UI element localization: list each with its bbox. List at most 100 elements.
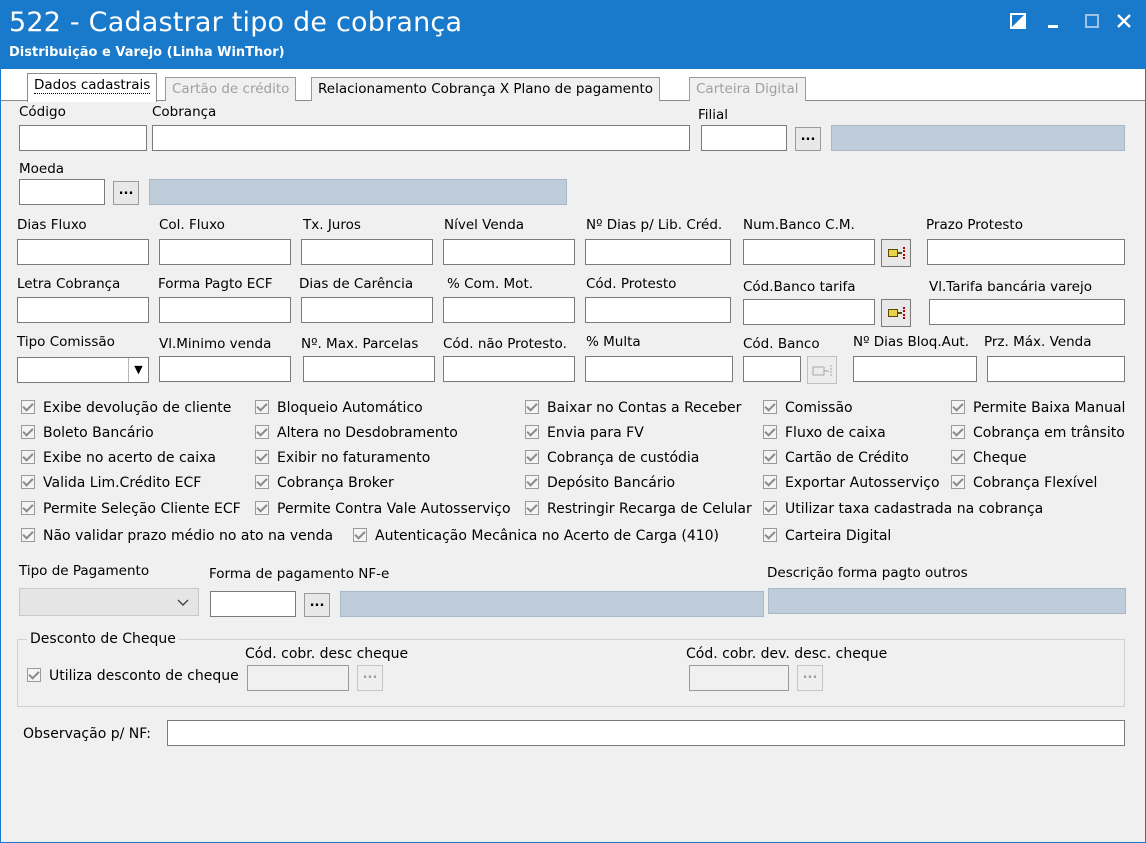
prz-max-venda-label: Prz. Máx. Venda bbox=[984, 334, 1092, 350]
prz-max-venda-input[interactable] bbox=[987, 356, 1125, 382]
max-parcelas-label: Nº. Max. Parcelas bbox=[301, 336, 419, 352]
checkbox-deposito-bancario[interactable]: Depósito Bancário bbox=[525, 475, 675, 491]
filial-input[interactable] bbox=[701, 125, 787, 151]
filial-label: Filial bbox=[698, 107, 729, 123]
cobranca-input[interactable] bbox=[152, 125, 690, 151]
dias-fluxo-label: Dias Fluxo bbox=[17, 217, 87, 233]
tab-carteira-digital[interactable]: Carteira Digital bbox=[689, 77, 806, 101]
checkbox-permite-baixa-manual[interactable]: Permite Baixa Manual bbox=[951, 400, 1125, 416]
checkbox-permite-selecao-cliente[interactable]: Permite Seleção Cliente ECF bbox=[21, 501, 241, 517]
cod-cobr-dev-desc-input[interactable] bbox=[689, 665, 789, 691]
pointing-hand-icon bbox=[888, 307, 906, 319]
cod-protesto-input[interactable] bbox=[585, 297, 731, 323]
checkbox-cobranca-broker[interactable]: Cobrança Broker bbox=[255, 475, 394, 491]
checkbox-utilizar-taxa[interactable]: Utilizar taxa cadastrada na cobrança bbox=[763, 501, 1043, 517]
tab-dados-cadastrais[interactable]: Dados cadastrais bbox=[27, 73, 158, 102]
checkbox-carteira-digital[interactable]: Carteira Digital bbox=[763, 528, 891, 544]
cod-banco-input[interactable] bbox=[743, 356, 801, 382]
cod-cobr-dev-desc-search-button[interactable]: ... bbox=[797, 665, 823, 691]
descricao-forma-pagto-field bbox=[768, 588, 1126, 614]
checkbox-comissao[interactable]: Comissão bbox=[763, 400, 853, 416]
checkbox-cobranca-transito[interactable]: Cobrança em trânsito bbox=[951, 425, 1125, 441]
cod-banco-lookup-button[interactable] bbox=[807, 356, 837, 384]
num-banco-cm-lookup-button[interactable] bbox=[881, 239, 911, 267]
desconto-cheque-title: Desconto de Cheque bbox=[27, 631, 179, 647]
tab-relacionamento-cobranca[interactable]: Relacionamento Cobrança X Plano de pagam… bbox=[311, 77, 661, 101]
moeda-label: Moeda bbox=[19, 161, 65, 177]
maximize-icon[interactable] bbox=[1079, 9, 1105, 33]
checkbox-exibe-acerto-caixa[interactable]: Exibe no acerto de caixa bbox=[21, 450, 216, 466]
checkbox-valida-lim-credito[interactable]: Valida Lim.Crédito ECF bbox=[21, 475, 201, 491]
dias-fluxo-input[interactable] bbox=[17, 239, 149, 265]
cod-cobr-desc-search-button[interactable]: ... bbox=[357, 665, 383, 691]
checkbox-envia-fv[interactable]: Envia para FV bbox=[525, 425, 644, 441]
cod-cobr-desc-input[interactable] bbox=[247, 665, 349, 691]
dias-lib-cred-input[interactable] bbox=[585, 239, 731, 265]
checkbox-utiliza-desconto-cheque[interactable]: Utiliza desconto de cheque bbox=[27, 668, 239, 684]
restore-icon[interactable] bbox=[1005, 9, 1031, 33]
observacao-nf-input[interactable] bbox=[167, 720, 1125, 746]
dias-bloq-aut-input[interactable] bbox=[853, 356, 977, 382]
nivel-venda-label: Nível Venda bbox=[444, 217, 525, 233]
forma-pagamento-nfe-input[interactable] bbox=[210, 591, 296, 617]
forma-pagamento-nfe-label: Forma de pagamento NF-e bbox=[209, 566, 390, 582]
forma-pagto-ecf-input[interactable] bbox=[159, 297, 291, 323]
tab-strip: Dados cadastrais Cartão de crédito Relac… bbox=[1, 69, 1145, 102]
col-fluxo-input[interactable] bbox=[159, 239, 291, 265]
vl-tarifa-input[interactable] bbox=[929, 299, 1125, 325]
dropdown-arrow-icon: ▼ bbox=[128, 358, 148, 382]
main-window: 522 - Cadastrar tipo de cobrança Distrib… bbox=[0, 0, 1146, 843]
tx-juros-input[interactable] bbox=[301, 239, 433, 265]
chevron-down-icon bbox=[177, 599, 189, 606]
checkbox-exportar-autosservico[interactable]: Exportar Autosserviço bbox=[763, 475, 940, 491]
com-mot-input[interactable] bbox=[443, 297, 575, 323]
checkbox-boleto-bancario[interactable]: Boleto Bancário bbox=[21, 425, 154, 441]
checkbox-cobranca-flexivel[interactable]: Cobrança Flexível bbox=[951, 475, 1097, 491]
cod-banco-label: Cód. Banco bbox=[743, 336, 820, 352]
tab-cartao-credito[interactable]: Cartão de crédito bbox=[165, 77, 297, 101]
moeda-search-button[interactable]: ... bbox=[113, 181, 139, 205]
checkbox-bloqueio-automatico[interactable]: Bloqueio Automático bbox=[255, 400, 423, 416]
checkbox-autenticacao-mecanica[interactable]: Autenticação Mecânica no Acerto de Carga… bbox=[353, 528, 719, 544]
filial-search-button[interactable]: ... bbox=[795, 127, 821, 151]
checkbox-altera-desdobramento[interactable]: Altera no Desdobramento bbox=[255, 425, 458, 441]
close-icon[interactable] bbox=[1111, 9, 1137, 33]
checkbox-exibir-faturamento[interactable]: Exibir no faturamento bbox=[255, 450, 430, 466]
filial-description-field bbox=[831, 125, 1125, 151]
dias-carencia-input[interactable] bbox=[301, 297, 433, 323]
moeda-input[interactable] bbox=[19, 179, 105, 205]
tipo-comissao-select[interactable]: ▼ bbox=[17, 357, 149, 383]
codigo-label: Código bbox=[19, 104, 66, 120]
cod-banco-tarifa-lookup-button[interactable] bbox=[881, 299, 911, 327]
com-mot-label: % Com. Mot. bbox=[447, 276, 534, 292]
cod-nao-protesto-input[interactable] bbox=[443, 356, 575, 382]
prazo-protesto-input[interactable] bbox=[927, 239, 1125, 265]
checkbox-cartao-credito[interactable]: Cartão de Crédito bbox=[763, 450, 909, 466]
letra-cobranca-input[interactable] bbox=[17, 297, 149, 323]
codigo-input[interactable] bbox=[19, 125, 147, 151]
checkbox-baixar-contas-receber[interactable]: Baixar no Contas a Receber bbox=[525, 400, 741, 416]
forma-pagamento-nfe-search-button[interactable]: ... bbox=[304, 593, 330, 617]
checkbox-cheque[interactable]: Cheque bbox=[951, 450, 1027, 466]
checkbox-cobranca-custodia[interactable]: Cobrança de custódia bbox=[525, 450, 699, 466]
title-bar: 522 - Cadastrar tipo de cobrança Distrib… bbox=[1, 1, 1145, 69]
checkbox-nao-validar-prazo[interactable]: Não validar prazo médio no ato na venda bbox=[21, 528, 333, 544]
cod-banco-tarifa-input[interactable] bbox=[743, 299, 875, 325]
vl-minimo-venda-input[interactable] bbox=[159, 356, 291, 382]
checkbox-restringir-recarga[interactable]: Restringir Recarga de Celular bbox=[525, 501, 752, 517]
checkbox-exibe-devolucao[interactable]: Exibe devolução de cliente bbox=[21, 400, 231, 416]
moeda-description-field bbox=[149, 179, 567, 205]
tx-juros-label: Tx. Juros bbox=[303, 217, 361, 233]
max-parcelas-input[interactable] bbox=[303, 356, 435, 382]
multa-input[interactable] bbox=[585, 356, 733, 382]
num-banco-cm-input[interactable] bbox=[743, 239, 875, 265]
vl-minimo-venda-label: Vl.Minimo venda bbox=[159, 336, 272, 352]
nivel-venda-input[interactable] bbox=[443, 239, 575, 265]
minimize-icon[interactable] bbox=[1041, 9, 1067, 33]
checkbox-permite-contra-vale[interactable]: Permite Contra Vale Autosserviço bbox=[255, 501, 511, 517]
checkbox-fluxo-caixa[interactable]: Fluxo de caixa bbox=[763, 425, 886, 441]
observacao-nf-label: Observação p/ NF: bbox=[23, 726, 151, 742]
cod-cobr-dev-desc-label: Cód. cobr. dev. desc. cheque bbox=[686, 646, 888, 662]
descricao-forma-pagto-label: Descrição forma pagto outros bbox=[767, 565, 968, 581]
tipo-pagamento-select[interactable] bbox=[19, 588, 199, 616]
